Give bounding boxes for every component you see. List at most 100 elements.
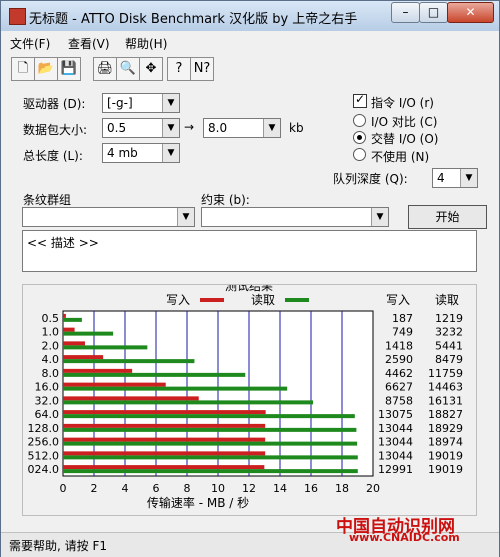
menu-view[interactable]: 查看(V) [68, 35, 110, 52]
x-tick-label: 8 [184, 482, 191, 495]
queue-depth-select[interactable]: 4 ▼ [432, 168, 478, 188]
stripe-group-select[interactable]: ▼ [22, 207, 195, 227]
read-value: 5441 [435, 339, 463, 352]
x-axis-label: 传输速率 - MB / 秒 [147, 495, 249, 510]
write-bar [63, 327, 75, 332]
read-bar [63, 427, 357, 432]
read-value: 14463 [428, 381, 463, 394]
read-bar [63, 414, 355, 419]
read-bar [63, 331, 114, 336]
io-compare-label: I/O 对比 (C) [371, 115, 438, 129]
write-bar [63, 368, 133, 373]
read-bar [63, 469, 358, 474]
open-folder-icon[interactable]: 📂 [34, 57, 58, 81]
minimize-button[interactable]: – [391, 2, 420, 23]
y-tick-label: 0.5 [42, 312, 60, 325]
queue-depth-label: 队列深度 (Q): [333, 172, 408, 186]
drive-value: [-g-] [107, 96, 133, 110]
drive-label: 驱动器 (D): [23, 97, 86, 111]
description-box[interactable]: << 描述 >> [22, 230, 477, 272]
read-bar [63, 386, 288, 391]
y-tick-label: 4.0 [42, 353, 60, 366]
neither-label: 不使用 (N) [371, 150, 430, 164]
write-value: 1418 [385, 339, 413, 352]
write-value: 187 [392, 312, 413, 325]
legend-write-swatch [200, 298, 224, 302]
move-icon[interactable]: ✥ [139, 57, 163, 81]
app-icon [9, 8, 26, 25]
read-value: 1219 [435, 312, 463, 325]
y-tick-label: 512.0 [28, 449, 60, 462]
total-length-select[interactable]: 4 mb ▼ [102, 143, 180, 163]
transfer-from-select[interactable]: 0.5 ▼ [102, 118, 180, 138]
write-value: 13044 [378, 436, 413, 449]
transfer-unit-label: kb [289, 121, 304, 135]
maximize-button[interactable]: □ [419, 2, 448, 23]
chevron-down-icon[interactable]: ▼ [371, 208, 388, 226]
read-value: 19019 [428, 449, 463, 462]
status-text: 需要帮助, 请按 F1 [9, 539, 107, 553]
x-tick-label: 0 [60, 482, 67, 495]
menu-file[interactable]: 文件(F) [10, 35, 50, 52]
write-bar [63, 465, 265, 470]
queue-depth-value: 4 [437, 171, 445, 185]
write-bar [63, 382, 166, 387]
watermark-url: www.CNAIDC.com [349, 531, 460, 544]
write-bar [63, 437, 266, 442]
save-icon[interactable]: 💾 [57, 57, 81, 81]
read-bar [63, 345, 148, 350]
constraint-label: 约束 (b): [201, 193, 250, 207]
y-tick-label: 1.0 [42, 326, 60, 339]
io-compare-radio[interactable] [353, 114, 366, 127]
menu-bar: 文件(F) 查看(V) 帮助(H) [1, 32, 499, 52]
chevron-down-icon[interactable]: ▼ [162, 144, 179, 162]
chevron-down-icon[interactable]: ▼ [177, 208, 194, 226]
new-file-icon[interactable]: 🗋 [11, 57, 35, 81]
title-bar[interactable]: 无标题 - ATTO Disk Benchmark 汉化版 by 上帝之右手 –… [1, 1, 499, 31]
chevron-down-icon[interactable]: ▼ [162, 94, 179, 112]
results-chart: 测试结果 写入 读取 写入 读取 0 2 4 6 8 10 12 14 16 18 20 传输速率 -… [28, 285, 464, 510]
x-tick-label: 20 [366, 482, 380, 495]
description-text: << 描述 >> [27, 236, 99, 250]
total-length-value: 4 mb [107, 146, 138, 160]
read-value: 3232 [435, 326, 463, 339]
stripe-group-label: 条纹群组 [23, 193, 72, 207]
transfer-to-select[interactable]: 8.0 ▼ [203, 118, 281, 138]
context-help-icon[interactable]: N? [190, 57, 214, 81]
y-tick-label: 128.0 [28, 422, 60, 435]
y-tick-label: 2.0 [42, 339, 60, 352]
read-bar [63, 441, 358, 446]
help-icon[interactable]: ? [167, 57, 191, 81]
legend-read-label: 读取 [251, 293, 275, 307]
plot-area: 0 2 4 6 8 10 12 14 16 18 20 传输速率 - MB / 秒 0.5 187 1219… [28, 310, 463, 510]
write-value: 13044 [378, 422, 413, 435]
window-title: 无标题 - ATTO Disk Benchmark 汉化版 by 上帝之右手 [29, 12, 358, 27]
y-tick-label: 256.0 [28, 436, 60, 449]
direct-io-label: 指令 I/O (r) [371, 96, 434, 110]
results-group: 测试结果 写入 读取 写入 读取 0 2 4 6 8 10 12 14 16 18 20 传输速率 -… [22, 284, 477, 516]
drive-select[interactable]: [-g-] ▼ [102, 93, 180, 113]
constraint-select[interactable]: ▼ [201, 207, 389, 227]
chevron-down-icon[interactable]: ▼ [162, 119, 179, 137]
read-value: 18929 [428, 422, 463, 435]
read-value: 8479 [435, 353, 463, 366]
neither-radio[interactable] [353, 148, 366, 161]
print-icon[interactable]: 🖨 [93, 57, 117, 81]
chevron-down-icon[interactable]: ▼ [263, 119, 280, 137]
y-tick-label: 8.0 [42, 367, 60, 380]
total-length-label: 总长度 (L): [23, 149, 83, 163]
start-button[interactable]: 开始 [408, 205, 487, 229]
read-bar [63, 317, 82, 322]
transfer-size-label: 数据包大小: [23, 123, 88, 137]
menu-help[interactable]: 帮助(H) [125, 35, 167, 52]
print-preview-icon[interactable]: 🔍 [116, 57, 140, 81]
close-button[interactable]: ✕ [447, 2, 494, 23]
transfer-to-value: 8.0 [208, 121, 228, 135]
x-tick-label: 18 [335, 482, 349, 495]
x-tick-label: 16 [304, 482, 318, 495]
read-bar [63, 372, 246, 377]
write-bar [63, 451, 266, 456]
chevron-down-icon[interactable]: ▼ [460, 169, 477, 187]
overlapped-io-radio[interactable] [353, 131, 366, 144]
direct-io-checkbox[interactable]: ✓ [353, 92, 367, 108]
